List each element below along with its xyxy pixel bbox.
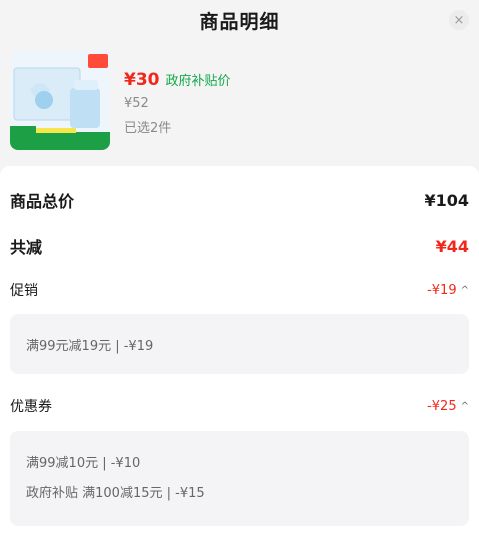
total-value: ¥104: [424, 190, 469, 210]
promo-value: -¥19: [427, 282, 457, 298]
discount-label: 共减: [10, 238, 43, 257]
discount-row: 共减 ¥44: [10, 234, 469, 258]
coupon-detail-line: 政府补贴 满100减15元 | -¥15: [26, 485, 205, 501]
subsidy-price-tag: 政府补贴价: [165, 74, 231, 89]
product-thumbnail-image: [10, 50, 110, 150]
header: 商品明细 ×: [0, 0, 479, 40]
promo-detail-line: 满99元减19元 | -¥19: [26, 338, 154, 354]
coupon-value-wrap[interactable]: -¥25 ^: [427, 399, 469, 414]
promo-row[interactable]: 促销 -¥19 ^: [10, 280, 469, 300]
coupon-detail-box: 满99减10元 | -¥10 政府补贴 满100减15元 | -¥15: [10, 431, 469, 526]
total-row: 商品总价 ¥104: [10, 188, 469, 212]
coupon-detail-line: 满99减10元 | -¥10: [26, 455, 141, 471]
product-info: ¥30 政府补贴价 ¥52 已选2件: [124, 50, 231, 152]
price-detail-panel: 商品总价 ¥104 共减 ¥44 促销 -¥19 ^ 满99元减19元 | -¥…: [0, 166, 479, 537]
current-price: ¥30: [124, 70, 160, 90]
original-price: ¥52: [124, 96, 149, 111]
total-label: 商品总价: [10, 192, 75, 211]
coupon-value: -¥25: [427, 398, 457, 414]
promo-detail-box: 满99元减19元 | -¥19: [10, 314, 469, 374]
coupon-label: 优惠券: [10, 399, 52, 415]
close-button[interactable]: ×: [449, 10, 469, 30]
price-row: ¥30 政府补贴价: [124, 70, 231, 90]
product-image-icon: [10, 50, 110, 150]
product-summary: ¥30 政府补贴价 ¥52 已选2件: [10, 50, 469, 152]
chevron-up-icon[interactable]: ^: [461, 401, 469, 412]
discount-value: ¥44: [435, 236, 469, 256]
chevron-up-icon[interactable]: ^: [461, 285, 469, 296]
coupon-row[interactable]: 优惠券 -¥25 ^: [10, 396, 469, 416]
promo-value-wrap[interactable]: -¥19 ^: [427, 283, 469, 298]
selected-count: 已选2件: [124, 121, 172, 136]
close-icon: ×: [453, 12, 465, 28]
page-title: 商品明细: [199, 10, 280, 33]
promo-label: 促销: [10, 283, 38, 299]
